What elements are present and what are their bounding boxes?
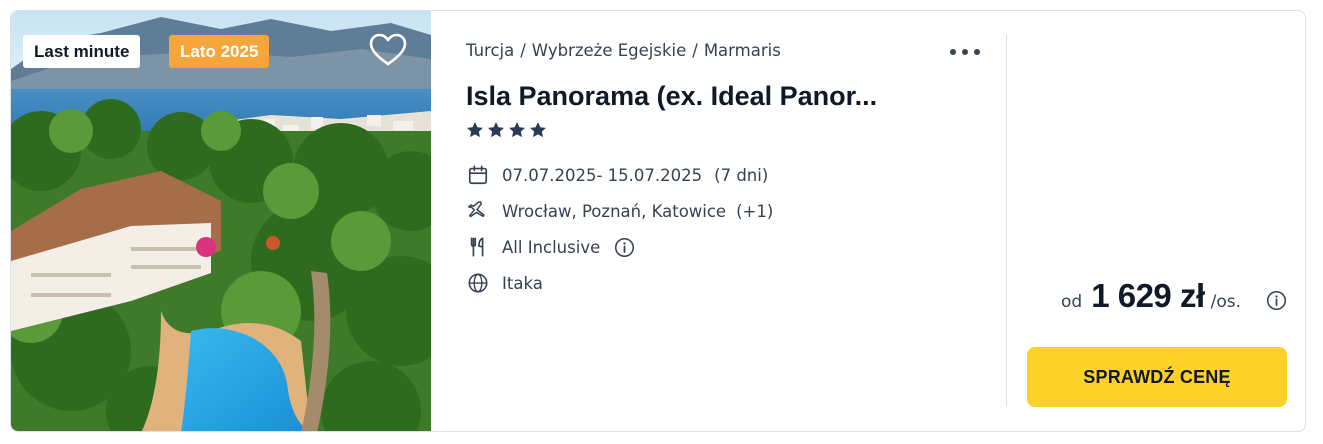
more-options-icon[interactable] bbox=[948, 43, 982, 61]
price-prefix: od bbox=[1061, 292, 1083, 312]
price-info-icon[interactable] bbox=[1266, 290, 1287, 311]
star-icon bbox=[488, 122, 504, 138]
departure-airports: Wrocław, Poznań, Katowice (+1) bbox=[466, 199, 773, 223]
info-icon[interactable] bbox=[614, 237, 635, 258]
last-minute-badge: Last minute bbox=[23, 35, 141, 68]
check-price-button[interactable]: SPRAWDŹ CENĘ bbox=[1027, 347, 1287, 407]
hotel-photo-image bbox=[11, 11, 431, 431]
globe-icon bbox=[466, 271, 490, 295]
plane-icon bbox=[466, 199, 490, 223]
tour-operator: Itaka bbox=[466, 271, 543, 295]
travel-dates: 07.07.2025- 15.07.2025 (7 dni) bbox=[466, 163, 768, 187]
star-rating bbox=[466, 121, 547, 139]
offer-details: Turcja / Wybrzeże Egejskie / Marmaris Isla P… bbox=[466, 11, 1006, 431]
departure-more[interactable]: (+1) bbox=[736, 202, 773, 221]
breadcrumb-region[interactable]: Wybrzeże Egejskie bbox=[532, 41, 686, 60]
price-suffix: /os. bbox=[1210, 292, 1242, 312]
breadcrumb-country[interactable]: Turcja bbox=[466, 41, 514, 60]
breadcrumb-city[interactable]: Marmaris bbox=[704, 41, 781, 60]
operator-name: Itaka bbox=[502, 273, 543, 293]
hotel-name[interactable]: Isla Panorama (ex. Ideal Panor... bbox=[466, 81, 877, 112]
season-badge: Lato 2025 bbox=[169, 35, 270, 68]
board-text: All Inclusive bbox=[502, 237, 601, 257]
star-icon bbox=[467, 122, 483, 138]
offer-card[interactable]: Last minute Lato 2025 Turcja / Wybrzeże Eg… bbox=[10, 10, 1306, 432]
price: od 1 629 zł /os. bbox=[1061, 277, 1241, 315]
favorite-heart-icon[interactable] bbox=[369, 33, 407, 67]
calendar-icon bbox=[466, 163, 490, 187]
hotel-photo[interactable]: Last minute Lato 2025 bbox=[11, 11, 431, 431]
divider bbox=[1006, 35, 1007, 407]
duration-text: (7 dni) bbox=[714, 165, 769, 185]
dates-text: 07.07.2025- 15.07.2025 bbox=[502, 165, 703, 185]
cutlery-icon bbox=[466, 235, 490, 259]
breadcrumb-separator: / bbox=[520, 41, 526, 60]
star-icon bbox=[530, 122, 546, 138]
departure-cities: Wrocław, Poznań, Katowice bbox=[502, 201, 727, 221]
breadcrumb-separator: / bbox=[692, 41, 698, 60]
price-amount: 1 629 zł bbox=[1091, 277, 1205, 314]
board-type: All Inclusive bbox=[466, 235, 635, 259]
star-icon bbox=[509, 122, 525, 138]
breadcrumb: Turcja / Wybrzeże Egejskie / Marmaris bbox=[466, 41, 781, 60]
